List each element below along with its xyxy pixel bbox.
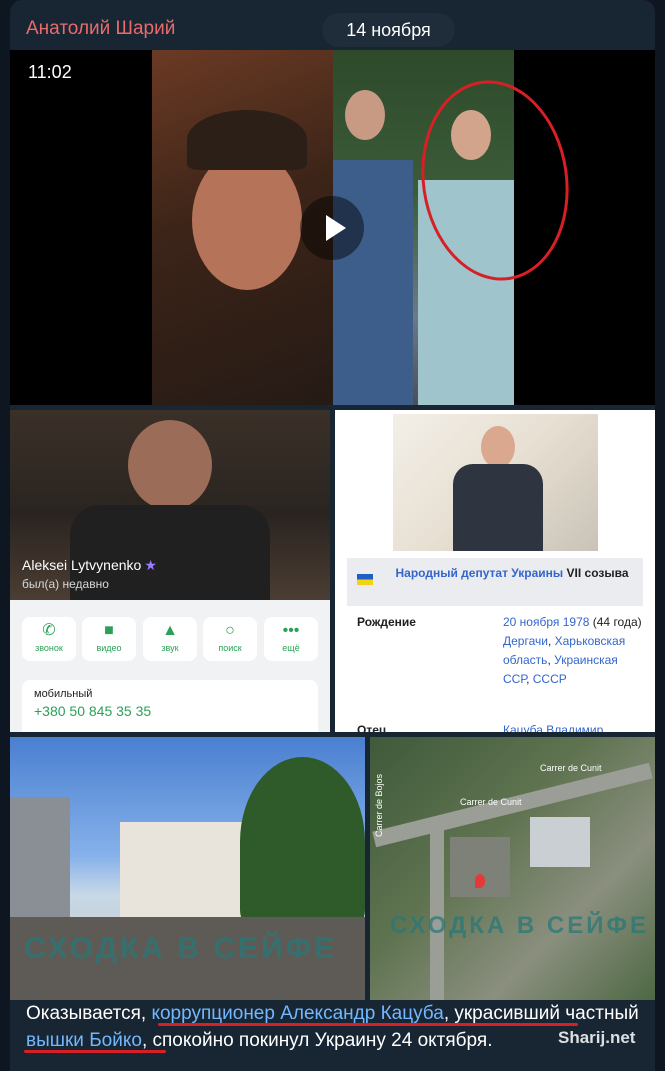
house-photo[interactable]: СХОДКА В СЕЙФЕ bbox=[10, 737, 365, 1000]
play-icon[interactable] bbox=[300, 196, 364, 260]
wiki-title-rest: VII созыва bbox=[566, 566, 629, 580]
more-icon: ••• bbox=[282, 622, 300, 639]
neighbor-building bbox=[10, 797, 70, 927]
street-label: Carrer de Cunit bbox=[540, 763, 602, 773]
action-label: звук bbox=[161, 643, 179, 653]
premium-star-icon: ★ bbox=[144, 557, 157, 573]
profile-status: был(а) недавно bbox=[22, 577, 109, 591]
phone-number: +380 50 845 35 35 bbox=[34, 703, 152, 719]
wiki-place-link: Дергачи bbox=[503, 634, 548, 648]
action-search: ○ поиск bbox=[203, 617, 257, 661]
street-label: Carrer de Bojos bbox=[374, 773, 384, 837]
wiki-birth-age: (44 года) bbox=[592, 615, 642, 629]
red-underline bbox=[24, 1050, 166, 1053]
caption-text: Оказывается, bbox=[26, 1003, 152, 1024]
caption-text: частный bbox=[565, 1003, 639, 1024]
wiki-title-link: Народный депутат Украины bbox=[395, 566, 564, 580]
action-label: поиск bbox=[218, 643, 242, 653]
wiki-father-label: Отец bbox=[357, 723, 387, 732]
sender-name[interactable]: Анатолий Шарий bbox=[26, 18, 175, 40]
profile-actions: ✆ звонок ■ видео ▲ звук ○ поиск ••• ещё bbox=[22, 617, 318, 661]
wiki-birth-date: 20 ноября 1978 bbox=[503, 615, 590, 629]
profile-screenshot[interactable]: Aleksei Lytvynenko ★ был(а) недавно ✆ звон… bbox=[10, 410, 330, 732]
wiki-birth-value: 20 ноября 1978 (44 года) Дергачи, Харько… bbox=[503, 615, 642, 686]
building-roof bbox=[450, 837, 510, 897]
red-underline bbox=[158, 1023, 578, 1026]
watermark: СХОДКА В СЕЙФЕ bbox=[24, 932, 338, 965]
wiki-portrait bbox=[393, 414, 598, 551]
video-thumbnail[interactable]: 11:02 bbox=[10, 50, 655, 405]
street-label: Carrer de Cunit bbox=[460, 797, 522, 807]
video-duration: 11:02 bbox=[28, 62, 72, 82]
action-sound: ▲ звук bbox=[143, 617, 197, 661]
action-label: ещё bbox=[282, 643, 300, 653]
ukraine-flag-icon bbox=[357, 574, 373, 585]
action-label: видео bbox=[96, 643, 122, 653]
video-icon: ■ bbox=[104, 622, 114, 639]
message-bubble: Анатолий Шарий 14 ноября 11:02 Aleksei L… bbox=[10, 0, 655, 1071]
site-watermark: Sharij.net bbox=[558, 1028, 636, 1047]
wiki-screenshot[interactable]: Народный депутат Украины VII созыва Рожд… bbox=[335, 410, 655, 732]
action-more: ••• ещё bbox=[264, 617, 318, 661]
caption-text: , украсивший bbox=[443, 1003, 566, 1024]
profile-name: Aleksei Lytvynenko bbox=[22, 557, 142, 573]
tree bbox=[240, 757, 365, 927]
caption-text: , спокойно покинул Украину 24 октября. bbox=[141, 1030, 493, 1051]
phone-card: мобильный +380 50 845 35 35 bbox=[22, 680, 318, 732]
wiki-birth-label: Рождение bbox=[357, 615, 416, 629]
phone-label: мобильный bbox=[34, 688, 93, 700]
building-roof bbox=[530, 817, 590, 867]
caption-link[interactable]: вышки Бойко bbox=[26, 1030, 142, 1051]
action-call: ✆ звонок bbox=[22, 617, 76, 661]
action-label: звонок bbox=[35, 643, 63, 653]
map-pin-icon bbox=[475, 874, 485, 888]
search-icon: ○ bbox=[225, 622, 235, 639]
wiki-father-value: Кацуба Владимир bbox=[503, 723, 604, 732]
wiki-place-link: СССР bbox=[532, 672, 567, 686]
satellite-map[interactable]: Carrer de Cunit Carrer de Cunit Carrer d… bbox=[370, 737, 655, 1000]
phone-icon: ✆ bbox=[42, 622, 56, 639]
message-text: Оказывается, коррупционер Александр Кацу… bbox=[26, 1000, 646, 1054]
wiki-infobox-header: Народный депутат Украины VII созыва bbox=[347, 558, 643, 606]
date-badge: 14 ноября bbox=[322, 13, 455, 47]
action-video: ■ видео bbox=[82, 617, 136, 661]
caption-link[interactable]: коррупционер Александр Кацуба bbox=[151, 1003, 443, 1024]
bell-icon: ▲ bbox=[162, 622, 178, 639]
watermark: СХОДКА В СЕЙФЕ bbox=[390, 912, 649, 939]
